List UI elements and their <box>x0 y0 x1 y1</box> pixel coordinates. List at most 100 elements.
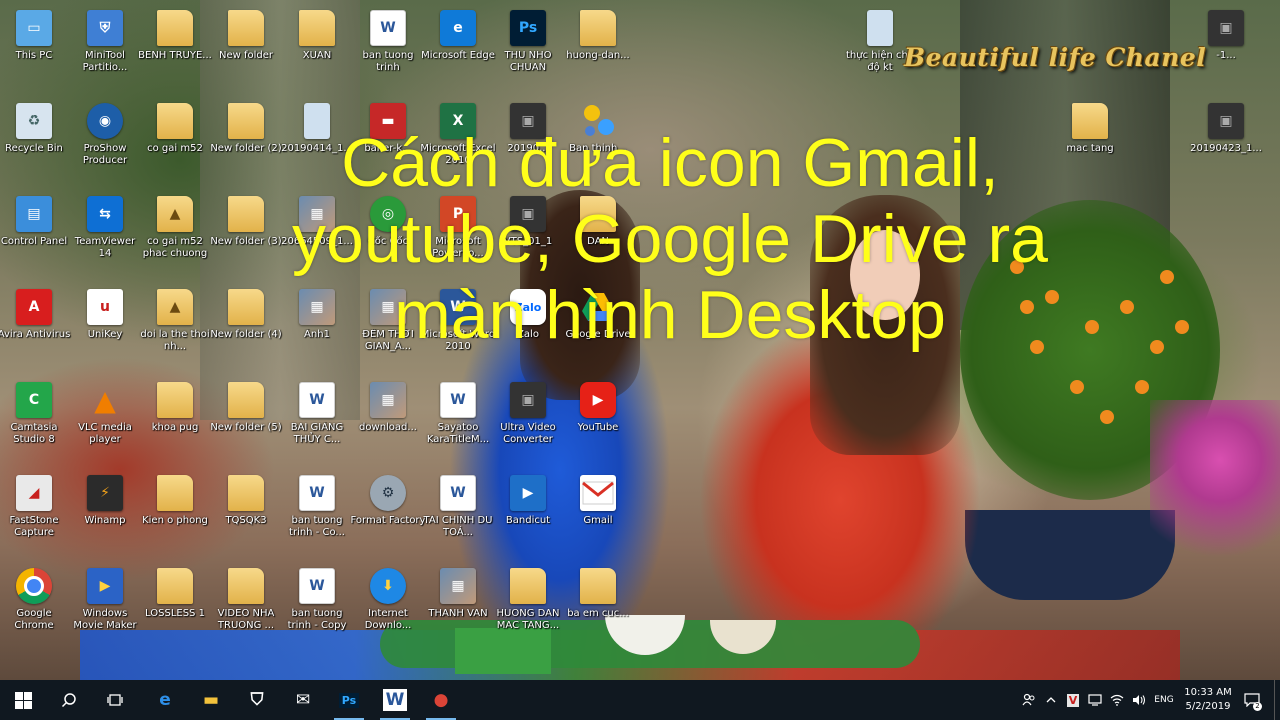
desktop-icon-label: Microsoft Edge <box>421 50 495 61</box>
wallpaper-girl-red <box>690 300 990 660</box>
action-center-button[interactable]: 2 <box>1238 680 1266 720</box>
desktop-icon-camtasia[interactable]: C Camtasia Studio 8 <box>0 376 72 466</box>
desktop-icon-label: Kien o phong <box>142 515 208 526</box>
desktop-icon-label: Recycle Bin <box>5 143 63 154</box>
taskbar-app-edge[interactable]: e <box>142 680 188 720</box>
people-icon[interactable] <box>1018 680 1040 720</box>
desktop-icon-download[interactable]: ▦ download... <box>350 376 426 466</box>
folder-icon <box>228 568 264 604</box>
idm-icon: ⬇ <box>370 568 406 604</box>
wallpaper-bowl-2 <box>710 620 776 654</box>
desktop-icon-label: Camtasia Studio 8 <box>10 422 58 445</box>
clock[interactable]: 10:33 AM 5/2/2019 <box>1178 686 1238 714</box>
desktop-icon-label: huong-dan... <box>566 50 630 61</box>
desktop-icon-windows-movie-maker[interactable]: ▶ Windows Movie Maker <box>67 562 143 652</box>
desktop-icon-format-factory[interactable]: ⚙ Format Factory <box>350 469 426 559</box>
desktop-icon-tqsqk3[interactable]: TQSQK3 <box>208 469 284 559</box>
desktop[interactable]: ▭ This PC ♻ Recycle Bin ▤ Control Panel A Avira… <box>0 0 1280 680</box>
desktop-icon-video-nha-truong[interactable]: VIDEO NHA TRUONG ... <box>208 562 284 652</box>
chevron-up-icon[interactable] <box>1040 680 1062 720</box>
taskbar-app-store[interactable]: ⛉ <box>234 680 280 720</box>
desktop-icon-huong-dan[interactable]: huong-dan... <box>560 4 636 94</box>
desktop-icon-microsoft-edge[interactable]: e Microsoft Edge <box>420 4 496 94</box>
desktop-icon-label: VLC media player <box>78 422 132 445</box>
clock-date: 5/2/2019 <box>1185 701 1231 712</box>
folder-icon <box>157 10 193 46</box>
image-icon: ▦ <box>370 382 406 418</box>
language-indicator[interactable]: ENG <box>1150 695 1178 705</box>
desktop-icon-gmail[interactable]: Gmail <box>560 469 636 559</box>
task-view-button[interactable] <box>92 680 138 720</box>
chrome-icon <box>16 568 52 604</box>
desktop-icon-tai-chinh[interactable]: W TÀI CHÍNH DU TOÁ... <box>420 469 496 559</box>
start-button[interactable] <box>0 680 46 720</box>
wallpaper-orange <box>1135 380 1149 394</box>
clock-time: 10:33 AM <box>1184 687 1232 698</box>
desktop-icon-label: This PC <box>15 50 53 61</box>
desktop-icon-thanh-van[interactable]: ▦ THANH VAN <box>420 562 496 652</box>
desktop-icon-recycle-bin[interactable]: ♻ Recycle Bin <box>0 97 72 187</box>
desktop-icon-label: New folder <box>218 50 274 61</box>
desktop-icon-label: BENH TRUYE... <box>138 50 212 61</box>
windows-logo-icon <box>14 691 32 709</box>
desktop-icon-new-folder-5[interactable]: New folder (5) <box>208 376 284 466</box>
desktop-icon-bandicut[interactable]: ▶ Bandicut <box>490 469 566 559</box>
show-desktop-button[interactable] <box>1274 680 1280 720</box>
desktop-icon-internet-download[interactable]: ⬇ Internet Downlo... <box>350 562 426 652</box>
folder-icon <box>228 10 264 46</box>
video-title-overlay: Cách đưa icon Gmail, youtube, Google Dri… <box>100 125 1240 353</box>
desktop-icon-label: download... <box>359 422 417 433</box>
taskbar-app-word[interactable]: W <box>372 680 418 720</box>
pinned-apps: e ▬ ⛉ ✉ Ps W ● <box>142 680 464 720</box>
taskbar-app-mail[interactable]: ✉ <box>280 680 326 720</box>
desktop-icon-ban-tuong-trinh-copy[interactable]: Wban tuong trinh - Copy <box>279 562 355 652</box>
taskbar-app-photoshop[interactable]: Ps <box>326 680 372 720</box>
search-button[interactable] <box>46 680 92 720</box>
taskbar-app-chrome[interactable]: ● <box>418 680 464 720</box>
monitor-icon[interactable] <box>1084 680 1106 720</box>
desktop-icon-lossless[interactable]: LOSSLESS 1 <box>137 562 213 652</box>
system-tray: V ENG 10:33 AM 5/2/2019 2 <box>1018 680 1280 720</box>
desktop-icon-label: Sayatoo KaraTitleM... <box>426 422 490 445</box>
desktop-icon-label: HUONG DAN MAC TANG... <box>496 608 560 631</box>
desktop-icon-khoa-pug[interactable]: khoa pug <box>137 376 213 466</box>
desktop-icon-faststone[interactable]: ◢ FastStone Capture <box>0 469 72 559</box>
desktop-icon-google-chrome[interactable]: Google Chrome <box>0 562 72 652</box>
desktop-icon-huong-dan-mac-tang[interactable]: HUONG DAN MAC TANG... <box>490 562 566 652</box>
taskbar-app-explorer[interactable]: ▬ <box>188 680 234 720</box>
desktop-icon-control-panel[interactable]: ▤ Control Panel <box>0 190 72 280</box>
desktop-icon-ban-tuong-trinh-co[interactable]: Wban tuong trinh - Co... <box>279 469 355 559</box>
desktop-icon-minitool[interactable]: ⛨ MiniTool Partitio... <box>67 4 143 94</box>
desktop-icon-thu-nho-chuan[interactable]: Ps THU NHO CHUAN <box>490 4 566 94</box>
desktop-icon-label: LOSSLESS 1 <box>145 608 205 619</box>
vietnamese-ime-icon[interactable]: V <box>1062 680 1084 720</box>
thin-file-icon <box>867 10 893 46</box>
desktop-icon-label: YouTube <box>577 422 619 433</box>
minitool-icon: ⛨ <box>87 10 123 46</box>
desktop-icon-new-folder[interactable]: New folder <box>208 4 284 94</box>
desktop-icon-this-pc[interactable]: ▭ This PC <box>0 4 72 94</box>
desktop-icon-benh-truye[interactable]: BENH TRUYE... <box>137 4 213 94</box>
desktop-icon-label: ba em cuc... <box>567 608 629 619</box>
desktop-icon-youtube[interactable]: ▶ YouTube <box>560 376 636 466</box>
desktop-icon-winamp[interactable]: ⚡ Winamp <box>67 469 143 559</box>
desktop-icon-kien-o-phong[interactable]: Kien o phong <box>137 469 213 559</box>
desktop-icon-label: Format Factory <box>350 515 426 526</box>
word-doc-icon: W <box>440 475 476 511</box>
wifi-icon[interactable] <box>1106 680 1128 720</box>
bandicut-icon: ▶ <box>510 475 546 511</box>
volume-icon[interactable] <box>1128 680 1150 720</box>
desktop-icon-bai-giang[interactable]: W BAI GIẢNG THỦY C... <box>279 376 355 466</box>
desktop-icon-avira[interactable]: A Avira Antivirus <box>0 283 72 373</box>
desktop-icon-label: khoa pug <box>151 422 199 433</box>
desktop-icon-sayatoo[interactable]: W Sayatoo KaraTitleM... <box>420 376 496 466</box>
photoshop-icon: Ps <box>338 692 360 708</box>
desktop-icon-xuan[interactable]: XUAN <box>279 4 355 94</box>
desktop-icon-label: Ultra Video Converter <box>500 422 556 445</box>
desktop-icon-label: ban tuong trinh <box>362 50 414 73</box>
desktop-icon-ba-em-cuc[interactable]: ba em cuc... <box>560 562 636 652</box>
photoshop-icon: Ps <box>510 10 546 46</box>
desktop-icon-ban-tuong-trinh[interactable]: Wban tuong trinh <box>350 4 426 94</box>
desktop-icon-ultra-video[interactable]: ▣ Ultra Video Converter <box>490 376 566 466</box>
desktop-icon-vlc[interactable]: ▲ VLC media player <box>67 376 143 466</box>
